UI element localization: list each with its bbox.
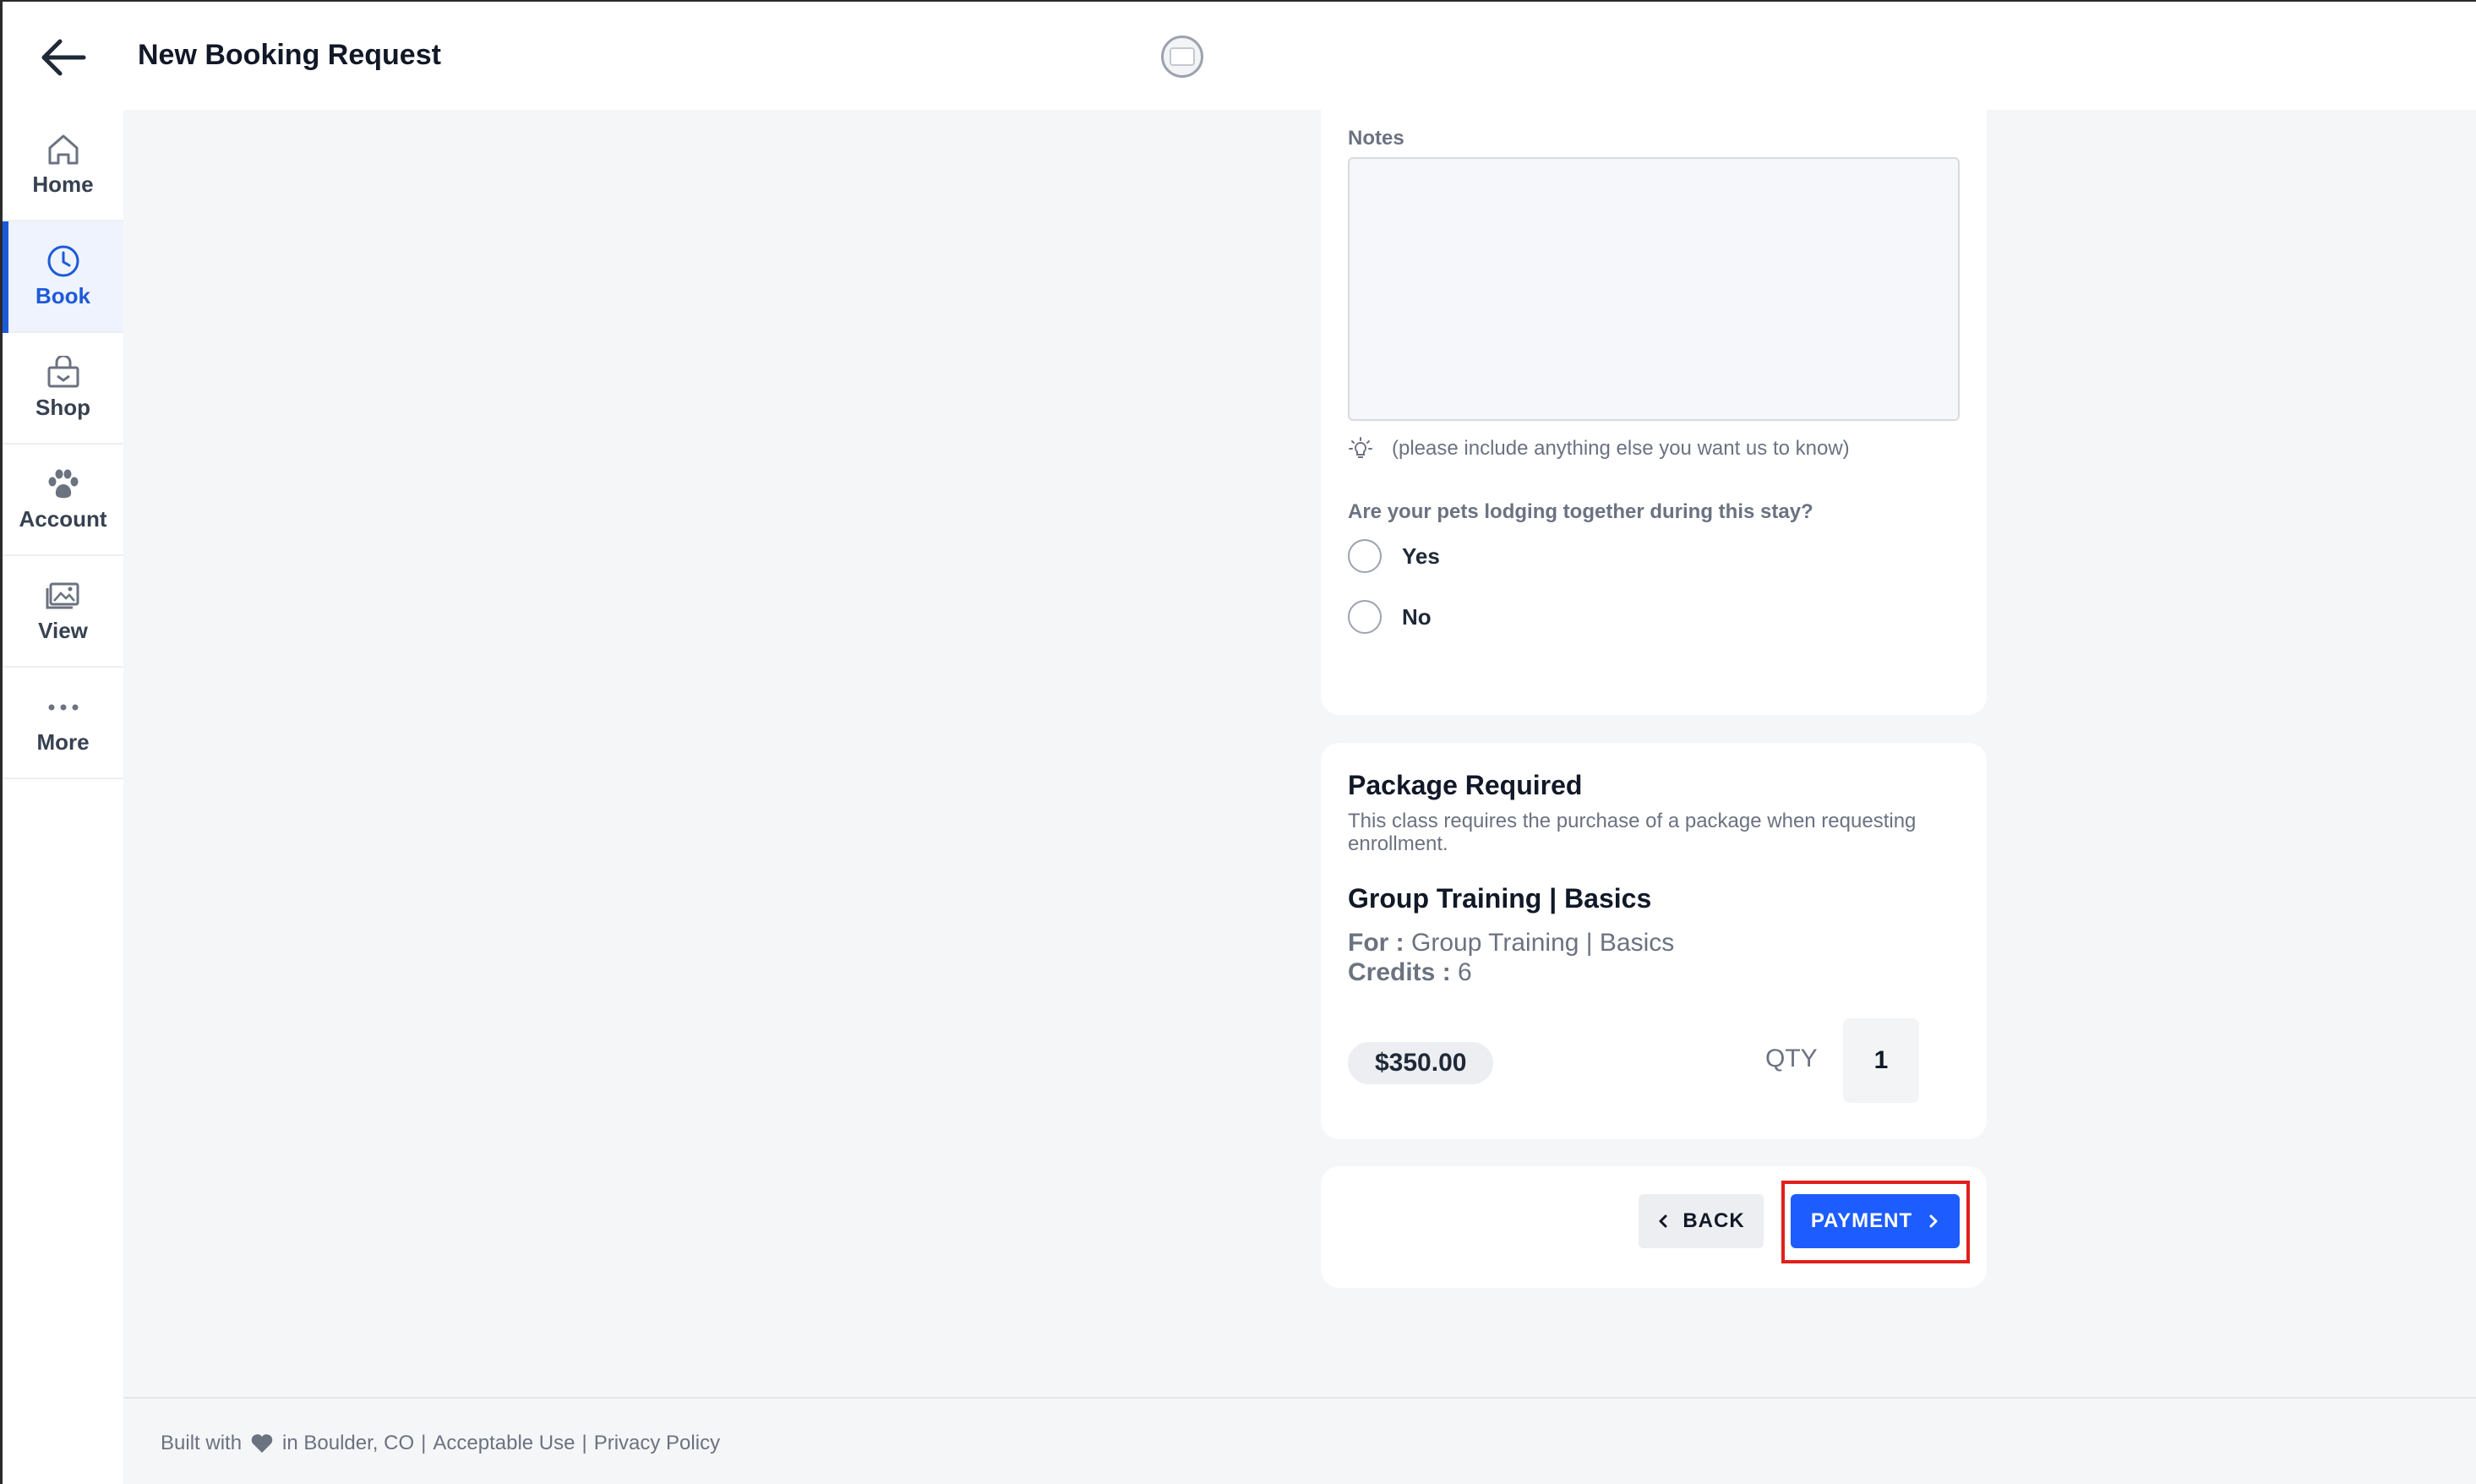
notes-textarea[interactable] bbox=[1348, 157, 1960, 421]
arrow-left-icon bbox=[41, 39, 86, 76]
notes-hint-text: (please include anything else you want u… bbox=[1392, 437, 1850, 460]
footer: Built with in Boulder, CO | Acceptable U… bbox=[161, 1432, 720, 1455]
sidebar-item-more[interactable]: More bbox=[3, 668, 123, 779]
payment-button[interactable]: PAYMENT bbox=[1791, 1194, 1960, 1248]
sidebar-item-view[interactable]: View bbox=[3, 556, 123, 668]
footer-separator: | bbox=[421, 1432, 427, 1454]
shop-icon bbox=[47, 355, 79, 387]
gallery-icon bbox=[46, 582, 79, 608]
actions-card: BACK PAYMENT bbox=[1321, 1166, 1987, 1288]
package-required-card: Package Required This class requires the… bbox=[1321, 743, 1987, 1139]
credits-label: Credits : bbox=[1348, 958, 1451, 986]
package-credits: Credits : 6 bbox=[1348, 958, 1472, 987]
payment-button-label: PAYMENT bbox=[1810, 1209, 1913, 1232]
footer-divider bbox=[123, 1397, 2476, 1399]
sidebar-nav: Home Book Shop Account View More bbox=[3, 110, 123, 1484]
privacy-policy-link[interactable]: Privacy Policy bbox=[594, 1432, 720, 1455]
sidebar-item-shop[interactable]: Shop bbox=[3, 333, 123, 445]
sidebar-item-label: Book bbox=[35, 282, 90, 308]
business-logo bbox=[1161, 35, 1203, 78]
radio-button[interactable] bbox=[1348, 600, 1382, 634]
back-arrow-button[interactable] bbox=[36, 32, 90, 83]
qty-label: QTY bbox=[1765, 1045, 1818, 1072]
booking-details-card: Notes (please include anything else you … bbox=[1321, 76, 1987, 715]
credits-value: 6 bbox=[1458, 958, 1472, 986]
footer-location: in Boulder, CO bbox=[282, 1432, 415, 1454]
radio-option-yes[interactable]: Yes bbox=[1348, 539, 1440, 573]
sidebar-item-account[interactable]: Account bbox=[3, 445, 123, 556]
lodging-question: Are your pets lodging together during th… bbox=[1348, 500, 1813, 523]
more-dots-icon bbox=[48, 704, 78, 710]
for-label: For : bbox=[1348, 929, 1404, 957]
chevron-right-icon bbox=[1929, 1214, 1938, 1228]
footer-built-with: Built with bbox=[161, 1432, 243, 1454]
price-badge: $350.00 bbox=[1348, 1042, 1494, 1084]
page-title: New Booking Request bbox=[138, 39, 441, 71]
chevron-left-icon bbox=[1659, 1214, 1667, 1228]
package-item-name: Group Training | Basics bbox=[1348, 883, 1652, 914]
for-value: Group Training | Basics bbox=[1411, 929, 1675, 957]
radio-button[interactable] bbox=[1348, 539, 1382, 573]
notes-label: Notes bbox=[1348, 127, 1404, 150]
radio-option-no[interactable]: No bbox=[1348, 600, 1432, 634]
acceptable-use-link[interactable]: Acceptable Use bbox=[433, 1432, 575, 1455]
app-header: New Booking Request bbox=[3, 2, 2476, 110]
sidebar-item-label: Account bbox=[19, 505, 107, 532]
clock-icon bbox=[47, 245, 79, 276]
notes-hint: (please include anything else you want u… bbox=[1348, 436, 1850, 461]
package-title: Package Required bbox=[1348, 770, 1583, 800]
radio-label: No bbox=[1402, 603, 1432, 630]
active-indicator bbox=[3, 221, 8, 333]
back-button[interactable]: BACK bbox=[1639, 1194, 1764, 1248]
package-description: This class requires the purchase of a pa… bbox=[1348, 810, 1917, 855]
back-button-label: BACK bbox=[1682, 1209, 1745, 1232]
sidebar-item-label: View bbox=[38, 617, 88, 643]
radio-label: Yes bbox=[1402, 543, 1440, 569]
qty-input[interactable]: 1 bbox=[1843, 1018, 1919, 1103]
sidebar-item-label: Shop bbox=[35, 394, 90, 420]
sidebar-item-book[interactable]: Book bbox=[3, 221, 123, 333]
footer-separator: | bbox=[581, 1432, 587, 1454]
paw-icon bbox=[48, 469, 78, 498]
sidebar-item-label: More bbox=[36, 728, 90, 755]
sidebar-item-label: Home bbox=[32, 171, 94, 197]
package-for: For : Group Training | Basics bbox=[1348, 929, 1674, 958]
home-icon bbox=[48, 134, 78, 164]
heart-icon bbox=[250, 1433, 274, 1454]
lightbulb-icon bbox=[1349, 437, 1372, 458]
sidebar-item-home[interactable]: Home bbox=[3, 110, 123, 221]
